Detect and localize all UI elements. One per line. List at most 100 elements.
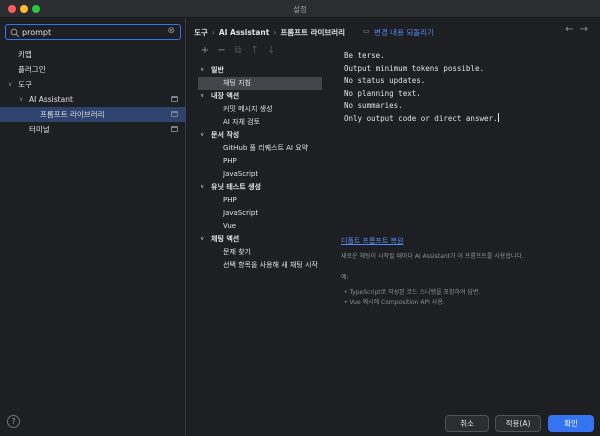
sidebar-item-label: 도구 [18,80,32,89]
search-icon [10,28,20,38]
chevron-down-icon[interactable]: ∨ [200,64,204,77]
sidebar-item-plugins[interactable]: 플러그인 [0,62,186,77]
project-scope-icon [171,96,178,102]
tree-item[interactable]: 커밋 메시지 생성 [198,103,328,116]
chevron-down-icon[interactable]: ∨ [200,233,204,246]
sidebar-item-keymap[interactable]: 키맵 [0,47,186,62]
tree-group-label: 문서 작성 [211,131,240,139]
search-box[interactable]: ⊗ [5,24,181,40]
revert-changes-link[interactable]: 변경 내용 되돌리기 [374,27,434,38]
tree-item[interactable]: GitHub 풀 리퀘스트 AI 요약 [198,142,328,155]
sidebar-item-label: AI Assistant [29,95,73,104]
history-nav: ←→ [565,24,594,35]
list-item: • TypeScript로 작성된 코드 스니펫을 포함하여 답변. [344,289,481,296]
remove-icon[interactable]: − [215,45,229,56]
search-input[interactable] [22,27,162,38]
tree-item-label: GitHub 풀 리퀘스트 AI 요약 [223,144,309,152]
breadcrumb: 도구 › AI Assistant › 프롬프트 라이브러리 [194,27,345,38]
sidebar-item-label: 프롬프트 라이브러리 [40,110,105,119]
tree-group-label: 내장 액션 [211,92,240,100]
dialog-footer: 취소 적용(A) 확인 [186,402,600,436]
tree-toolbar: + − ⧉ ↑ ↓ [198,45,278,59]
chevron-down-icon[interactable]: ∨ [19,92,23,107]
tree-item[interactable]: 문제 찾기 [198,246,328,259]
project-scope-icon: ▭ [363,27,370,35]
tree-item-label: PHP [223,196,237,204]
sidebar-item-ai-assistant[interactable]: ∨ AI Assistant [0,92,186,107]
tree-item-label: JavaScript [223,170,259,178]
tree-group[interactable]: ∨ 채팅 액션 [198,233,328,246]
prompt-description: 새로운 채팅이 시작될 때마다 AI Assistant가 이 프롬프트를 사용… [341,253,524,260]
tree-item[interactable]: 선택 항목을 사용해 새 채팅 시작 [198,259,328,272]
clear-search-icon[interactable]: ⊗ [167,26,175,36]
back-arrow-icon[interactable]: ← [565,24,579,35]
settings-content: 도구 › AI Assistant › 프롬프트 라이브러리 ▭ 변경 내용 되돌리기 … [186,18,600,436]
prompt-line: No status updates. [344,76,426,85]
ok-button[interactable]: 확인 [548,415,594,432]
sidebar-item-label: 터미널 [29,125,50,134]
prompt-tree: ∨ 일반 채팅 지침 ∨ 내장 액션 커밋 메시지 생성 AI 자체 검토 ∨ 문서 … [198,64,328,272]
sidebar-item-label: 플러그인 [18,65,46,74]
help-icon[interactable]: ? [7,415,20,428]
breadcrumb-separator-icon: › [211,28,215,37]
tree-item[interactable]: JavaScript [198,207,328,220]
breadcrumb-item[interactable]: AI Assistant [219,28,270,37]
restore-default-prompt-link[interactable]: 디폴트 프롬프트 복원 [341,236,403,246]
tree-item-label: AI 자체 검토 [223,118,261,126]
forward-arrow-icon[interactable]: → [580,24,594,35]
chevron-down-icon[interactable]: ∨ [200,129,204,142]
project-scope-icon [171,126,178,132]
example-label: 예: [341,274,349,281]
sidebar-item-prompt-library[interactable]: 프롬프트 라이브러리 [0,107,186,122]
add-icon[interactable]: + [198,45,212,56]
settings-sidebar: ⊗ 키맵 플러그인 ∨ 도구 ∨ AI Assistant 프롬프트 라이브러리… [0,18,186,436]
window-title: 설정 [293,5,307,14]
prompt-line: Only output code or direct answer. [344,113,498,123]
copy-icon[interactable]: ⧉ [231,45,245,56]
list-item: • Vue 예시에 Composition API 사용. [344,299,445,306]
tree-group-label: 일반 [211,66,224,74]
chevron-down-icon[interactable]: ∨ [200,90,204,103]
prompt-line: No planning text. [344,88,421,98]
apply-button[interactable]: 적용(A) [495,415,541,432]
list-item-text: Vue 예시에 Composition API 사용. [349,299,445,306]
tree-item[interactable]: PHP [198,194,328,207]
sidebar-item-label: 키맵 [18,50,32,59]
settings-nav: 키맵 플러그인 ∨ 도구 ∨ AI Assistant 프롬프트 라이브러리 터… [0,47,186,137]
title-bar: 설정 [0,0,600,18]
breadcrumb-item: 프롬프트 라이브러리 [280,28,346,37]
tree-item[interactable]: PHP [198,155,328,168]
project-scope-icon [171,111,178,117]
tree-item-label: PHP [223,157,237,165]
prompt-line: No summaries. [344,101,403,110]
example-list: • TypeScript로 작성된 코드 스니펫을 포함하여 답변. • Vue… [344,288,480,308]
tree-item-label: 커밋 메시지 생성 [223,105,273,113]
breadcrumb-item[interactable]: 도구 [194,28,208,37]
prompt-line: Be terse. [344,51,385,60]
tree-item-chat-instructions[interactable]: 채팅 지침 [198,77,322,90]
tree-group[interactable]: ∨ 유닛 테스트 생성 [198,181,328,194]
sidebar-item-terminal[interactable]: 터미널 [0,122,186,137]
cancel-button[interactable]: 취소 [445,415,489,432]
prompt-line: Output minimum tokens possible. [344,63,484,73]
move-up-icon[interactable]: ↑ [248,45,262,56]
breadcrumb-separator-icon: › [273,28,277,37]
chevron-down-icon[interactable]: ∨ [200,181,204,194]
tree-item-label: JavaScript [223,209,259,217]
tree-group[interactable]: ∨ 내장 액션 [198,90,328,103]
text-caret [497,112,499,122]
tree-item[interactable]: JavaScript [198,168,328,181]
tree-group-label: 유닛 테스트 생성 [211,183,261,191]
tree-item-label: 선택 항목을 사용해 새 채팅 시작 [223,261,318,269]
tree-item[interactable]: AI 자체 검토 [198,116,328,129]
tree-group-label: 채팅 액션 [211,235,240,243]
list-item-text: TypeScript로 작성된 코드 스니펫을 포함하여 답변. [349,289,481,296]
chevron-down-icon[interactable]: ∨ [8,77,12,92]
tree-item-label: Vue [223,222,237,230]
tree-group[interactable]: ∨ 문서 작성 [198,129,328,142]
tree-group[interactable]: ∨ 일반 [198,64,328,77]
move-down-icon[interactable]: ↓ [264,45,278,56]
tree-item[interactable]: Vue [198,220,328,233]
sidebar-item-tools[interactable]: ∨ 도구 [0,77,186,92]
prompt-editor[interactable]: Be terse. Output minimum tokens possible.… [344,50,499,125]
